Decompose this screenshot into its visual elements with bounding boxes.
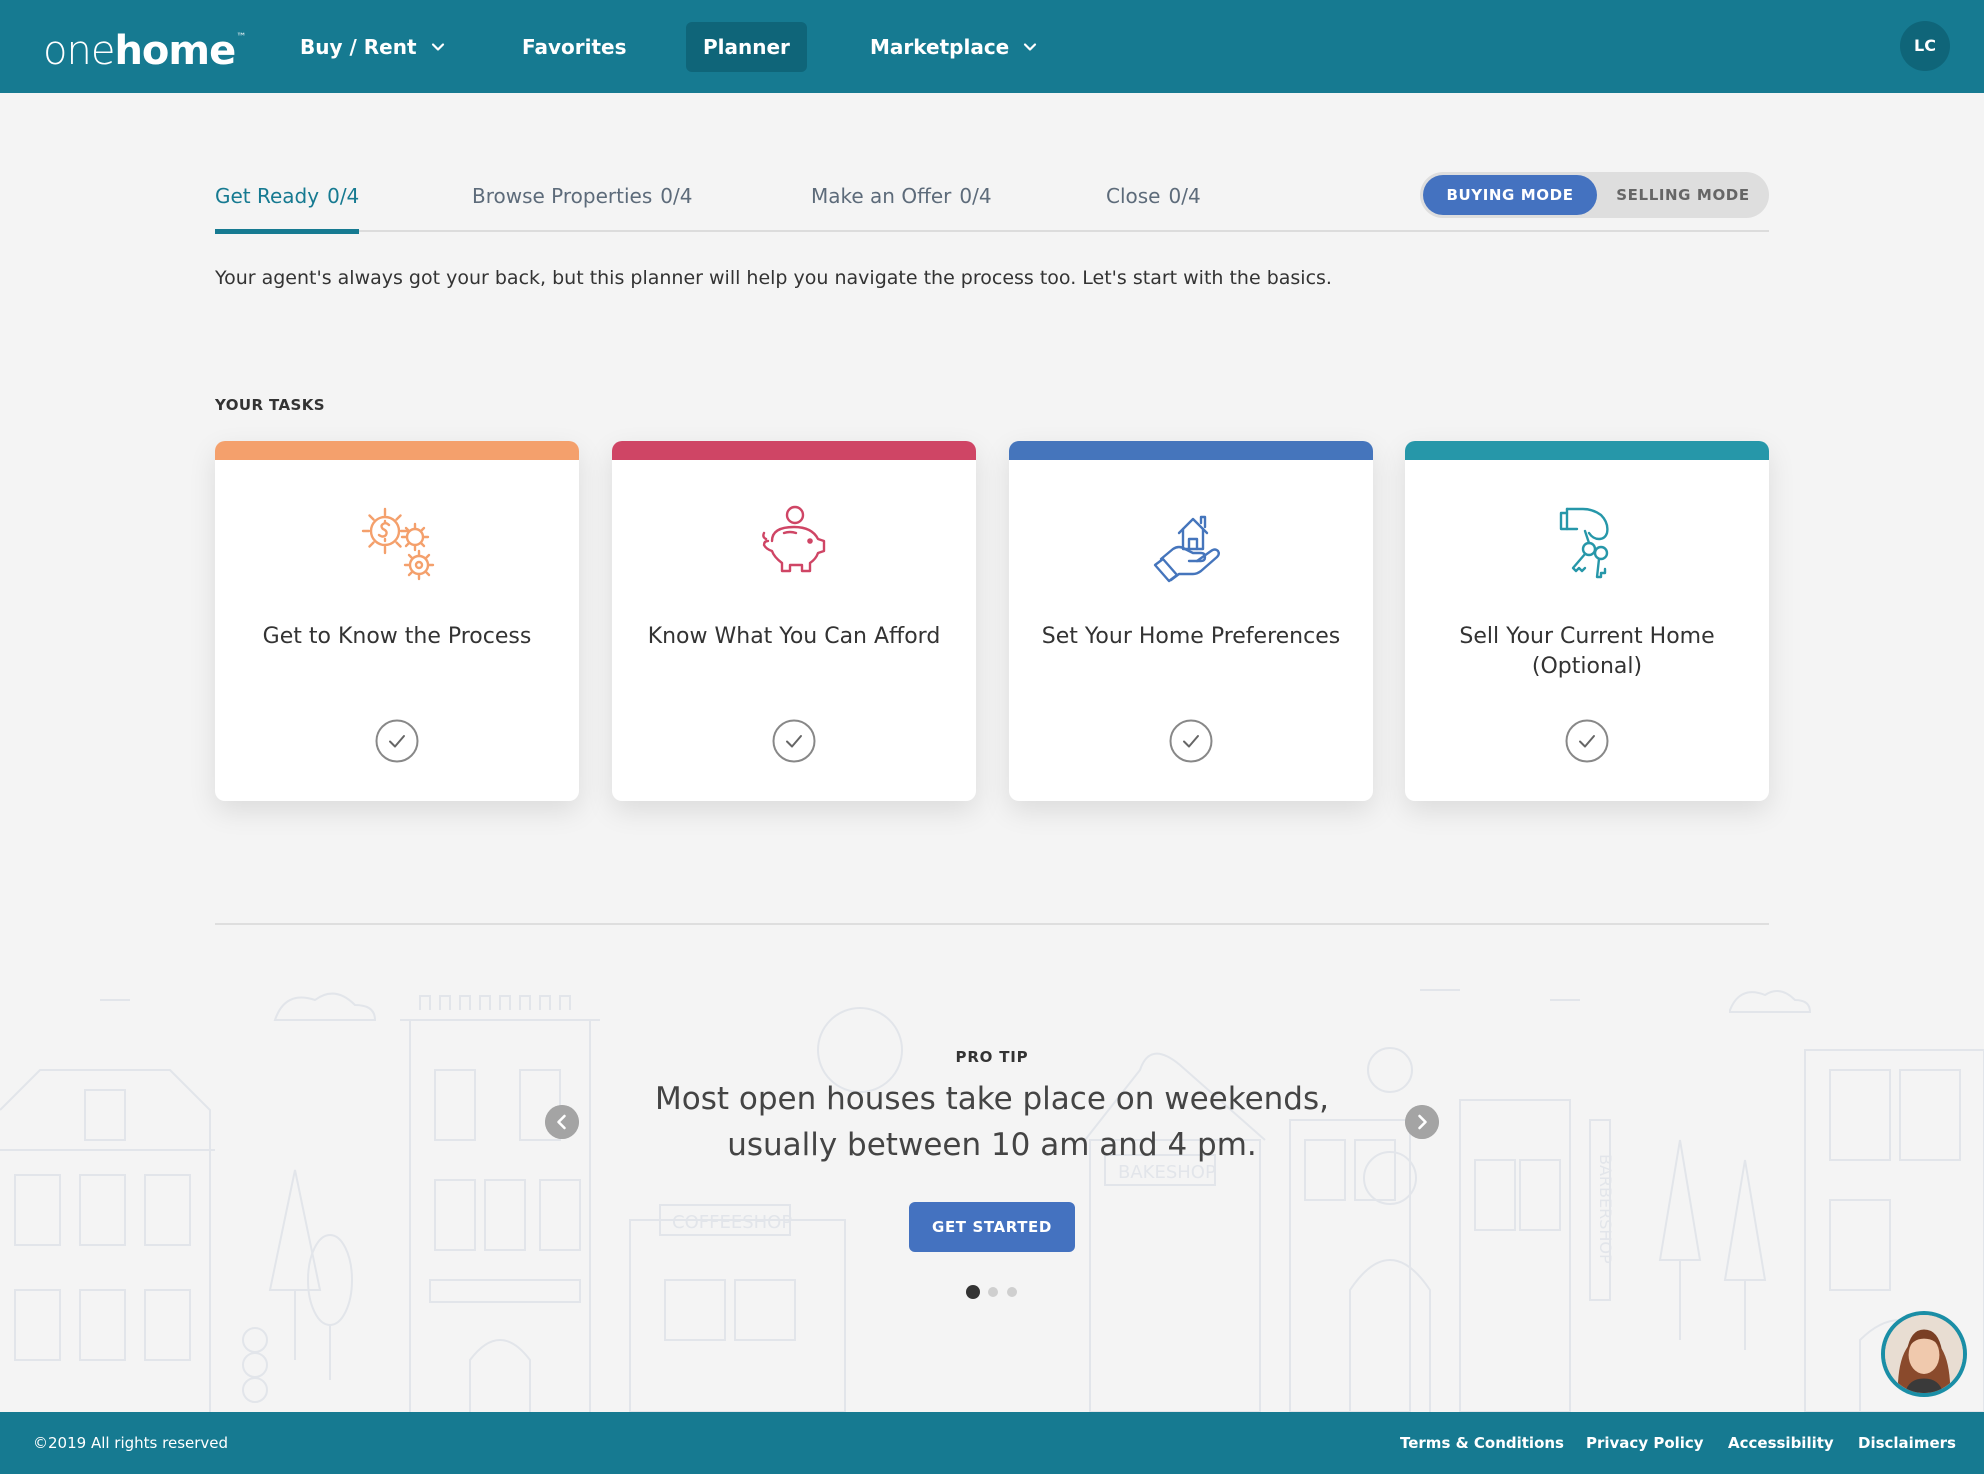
mode-toggle: BUYING MODE SELLING MODE <box>1420 172 1769 218</box>
chevron-down-icon <box>1024 43 1037 51</box>
get-started-button[interactable]: GET STARTED <box>909 1202 1075 1252</box>
user-avatar[interactable]: LC <box>1900 21 1950 71</box>
hand-keys-icon <box>1559 507 1609 579</box>
svg-text:BARBERSHOP: BARBERSHOP <box>1596 1154 1615 1264</box>
check-circle-icon[interactable] <box>375 719 419 763</box>
svg-text:COFFEESHOP: COFFEESHOP <box>672 1212 792 1233</box>
gears-dollar-icon <box>361 507 435 581</box>
check-circle-icon[interactable] <box>772 719 816 763</box>
carousel-dot[interactable] <box>988 1287 998 1297</box>
selling-mode-button[interactable]: SELLING MODE <box>1600 175 1766 215</box>
pro-tip-text: Most open houses take place on weekends,… <box>655 1081 1329 1163</box>
accessibility-link[interactable]: Accessibility <box>1728 1434 1834 1452</box>
task-title: Know What You Can Afford <box>647 624 941 649</box>
task-card-sell-current-home[interactable]: Sell Your Current Home (Optional) <box>1405 441 1769 801</box>
tab-browse-properties[interactable]: Browse Properties 0/4 <box>472 184 692 228</box>
planner-page: one home ™ Buy / Rent Favorites Planner Ma… <box>0 0 1984 1474</box>
piggy-bank-icon <box>762 505 826 573</box>
task-card-get-to-know-process[interactable]: Get to Know the Process <box>215 441 579 801</box>
tab-make-an-offer[interactable]: Make an Offer 0/4 <box>811 184 992 228</box>
onehome-logo[interactable]: one home ™ <box>43 18 246 74</box>
planner-intro-text: Your agent's always got your back, but t… <box>215 267 1332 289</box>
chevron-down-icon <box>431 43 444 51</box>
tab-get-ready[interactable]: Get Ready 0/4 <box>215 184 360 234</box>
carousel-dot[interactable] <box>1007 1287 1017 1297</box>
planner-steps: Get Ready 0/4 Browse Properties 0/4 Make a… <box>215 170 1769 234</box>
nav-favorites[interactable]: Favorites <box>505 22 644 72</box>
chevron-right-icon[interactable] <box>1405 1105 1439 1139</box>
task-title: Get to Know the Process <box>262 624 532 649</box>
your-tasks-heading: YOUR TASKS <box>215 396 325 414</box>
disclaimers-link[interactable]: Disclaimers <box>1858 1434 1956 1452</box>
city-skyline-illustration: COFFEESHOP BAKESHOP BARBERSHOP <box>0 989 1984 1412</box>
buying-mode-button[interactable]: BUYING MODE <box>1423 175 1597 215</box>
carousel-dot-active[interactable] <box>966 1285 980 1299</box>
top-nav-bar: one home ™ Buy / Rent Favorites Planner Ma… <box>0 0 1984 93</box>
nav-buy-rent[interactable]: Buy / Rent <box>283 22 462 72</box>
terms-link[interactable]: Terms & Conditions <box>1400 1434 1564 1452</box>
site-footer: ©2019 All rights reserved Terms & Condit… <box>0 1412 1984 1474</box>
section-divider <box>215 923 1769 925</box>
agent-avatar[interactable] <box>1881 1311 1967 1397</box>
card-color-band <box>1009 441 1373 460</box>
card-color-band <box>1405 441 1769 460</box>
tab-close[interactable]: Close 0/4 <box>1106 184 1201 228</box>
house-in-hand-icon <box>1153 515 1220 583</box>
check-circle-icon[interactable] <box>1565 719 1609 763</box>
check-circle-icon[interactable] <box>1169 719 1213 763</box>
nav-planner[interactable]: Planner <box>686 22 807 72</box>
chevron-left-icon[interactable] <box>545 1105 579 1139</box>
card-color-band <box>215 441 579 460</box>
task-card-know-what-you-can-afford[interactable]: Know What You Can Afford <box>612 441 976 801</box>
task-card-set-home-preferences[interactable]: Set Your Home Preferences <box>1009 441 1373 801</box>
task-title: Sell Your Current Home (Optional) <box>1459 624 1715 679</box>
card-color-band <box>612 441 976 460</box>
nav-marketplace[interactable]: Marketplace <box>853 22 1054 72</box>
copyright-text: ©2019 All rights reserved <box>33 1434 229 1452</box>
privacy-policy-link[interactable]: Privacy Policy <box>1586 1434 1704 1452</box>
task-title: Set Your Home Preferences <box>1041 624 1341 649</box>
pro-tip-label: PRO TIP <box>955 1048 1029 1066</box>
